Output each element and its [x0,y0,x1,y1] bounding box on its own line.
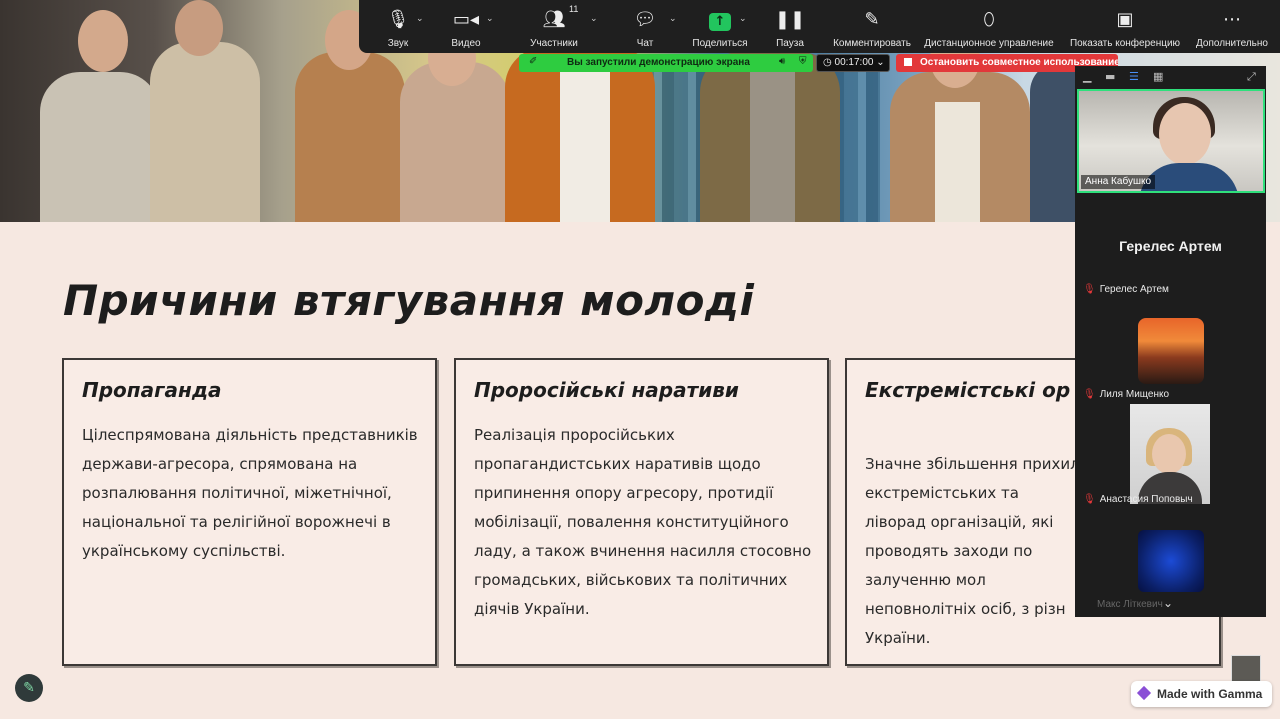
chat-button[interactable]: 💬︎ Чат [625,0,665,53]
participant-label: 🎙︎ Анастасия Поповыч [1083,494,1193,505]
active-speaker-video[interactable]: Анна Кабушко [1077,89,1265,193]
speaker-icon: 🔊︎ [779,56,786,67]
participants-options-chevron-icon[interactable]: ⌄ [590,14,598,24]
expand-icon[interactable]: ⤢ [1247,70,1256,84]
share-timer[interactable]: ◷ 00:17:00 ⌄ [816,54,890,72]
share-screen-button[interactable]: ↑ Поделиться [690,0,750,53]
card-heading: Пропаганда [82,378,222,402]
show-meeting-icon: ▣ [1116,9,1134,30]
video-button[interactable]: ▭◂ Видео [445,0,487,53]
video-options-chevron-icon[interactable]: ⌄ [486,14,494,24]
scroll-down-chevron-icon[interactable]: ⌄ [1163,596,1173,610]
participant-label: 🎙︎ Герелес Артем [1083,284,1169,295]
participant-avatar-sunset[interactable] [1138,318,1204,384]
gamma-logo-icon [1136,685,1152,701]
muted-mic-icon: 🎙︎ [1083,389,1096,400]
security-shield-icon: ⛨ [799,56,807,67]
card-heading: Проросійські наративи [474,378,739,402]
card-pro-russian-narratives: Проросійські наративи Реалізація проросі… [454,358,829,666]
show-meeting-button[interactable]: ▣ Показать конференцию [1067,0,1183,53]
card-text: Реалізація проросійських пропагандистськ… [474,426,812,618]
pause-share-button[interactable]: ❚❚ Пауза [772,0,808,53]
chat-options-chevron-icon[interactable]: ⌄ [669,14,677,24]
muted-mic-icon: 🎙︎ [1083,284,1096,295]
strip-view-icon[interactable]: ☰ [1129,70,1139,83]
minimize-icon[interactable]: ▁ [1083,70,1091,83]
pause-icon: ❚❚ [774,9,806,30]
participant-avatar-blue[interactable] [1138,530,1204,592]
microphone-icon: 🎙︎ [386,9,410,30]
stop-square-icon [904,58,912,66]
card-heading: Екстремістські ор [865,378,1071,402]
annotate-pen-icon: ✎ [864,9,880,30]
muted-mic-icon: 🎙︎ [1083,494,1096,505]
participant-video-tile[interactable] [1130,404,1210,504]
meeting-toolbar: 🎙︎ Звук ⌄ ▭◂ Видео ⌄ 👥︎ 11 Участники ⌄ 💬… [359,0,1280,53]
participant-label-faded: Макс Літкевич [1097,599,1163,610]
participants-count: 11 [569,4,579,14]
share-options-chevron-icon[interactable]: ⌄ [739,14,747,24]
timer-chevron-icon: ⌄ [876,57,885,68]
card-text: Цілеспрямована діяльність представників … [82,426,418,560]
panel-view-controls: ▁ ▬ ☰ ▦ ⤢ [1075,66,1266,88]
remote-control-button[interactable]: ⬯ Дистанционное управление [922,0,1056,53]
participant-label: 🎙︎ Лиля Мищенко [1083,389,1170,400]
audio-button[interactable]: 🎙︎ Звук [379,0,417,53]
edit-pencil-button[interactable]: ✎ [15,674,43,702]
made-with-gamma-badge[interactable]: Made with Gamma [1131,681,1273,707]
participant-name: Анна Кабушко [1081,175,1156,189]
gallery-view-icon[interactable]: ▦ [1153,70,1163,83]
screen-share-status-banner: ✐ Вы запустили демонстрацию экрана 🔊︎ ⛨ [519,54,813,72]
participants-video-panel: ▁ ▬ ☰ ▦ ⤢ Анна Кабушко Герелес Артем 🎙︎ Г… [1075,66,1266,617]
chat-icon: 💬︎ [633,9,657,30]
annotate-button[interactable]: ✎ Комментировать [829,0,915,53]
pin-icon: ✐ [529,56,538,67]
card-propaganda: Пропаганда Цілеспрямована діяльність пре… [62,358,437,666]
video-camera-icon: ▭◂ [452,9,480,30]
card-text: Значне збільшення прихил екстремістських… [865,455,1080,647]
spotlight-participant-name: Герелес Артем [1119,238,1222,254]
audio-options-chevron-icon[interactable]: ⌄ [416,14,424,24]
more-icon: ⋯ [1223,9,1241,30]
speaker-view-icon[interactable]: ▬ [1105,70,1115,83]
mouse-icon: ⬯ [983,9,995,30]
participants-button[interactable]: 👥︎ 11 Участники [523,0,585,53]
clock-icon: ◷ [823,57,832,68]
more-button[interactable]: ⋯ Дополнительно [1192,0,1272,53]
slide-title: Причини втягування молоді [63,276,755,325]
